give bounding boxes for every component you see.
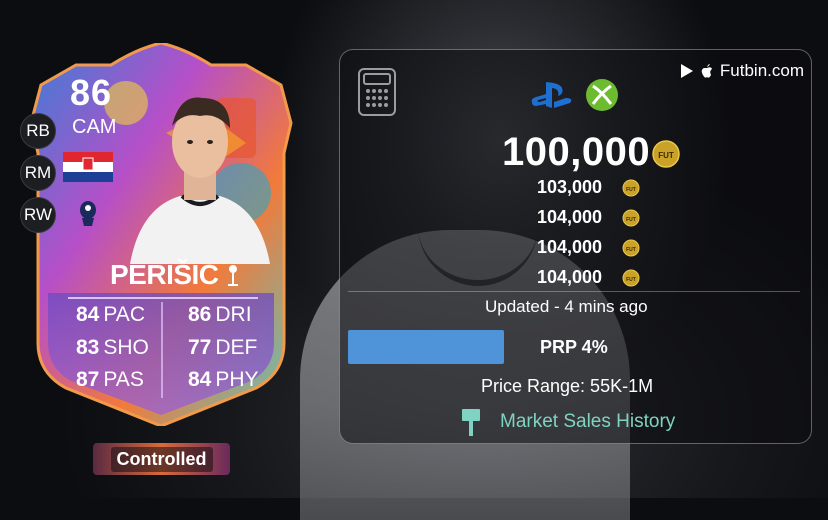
svg-text:FUT: FUT [658, 151, 674, 160]
prp-label: PRP 4% [540, 337, 608, 357]
coin-icon: FUT [652, 140, 680, 168]
market-sales-icon[interactable] [461, 407, 481, 437]
svg-text:FUT: FUT [626, 187, 636, 193]
stat-phy: 84 PHY [188, 368, 259, 391]
coin-icon: FUT [622, 239, 640, 257]
coin-icon: FUT [622, 179, 640, 197]
player-name: PERIŠIC [110, 259, 219, 290]
playstation-icon[interactable] [530, 80, 576, 110]
coin-icon: FUT [622, 269, 640, 287]
apple-icon [701, 64, 712, 78]
card-rating: 86 [70, 72, 113, 113]
status-badge: Controlled [93, 443, 230, 475]
player-name-row: PERIŠIC [110, 258, 260, 292]
croatia-flag [63, 152, 113, 182]
price-entry-4: 104,000 [537, 267, 603, 287]
card-position: CAM [72, 116, 117, 138]
coin-icon: FUT [622, 209, 640, 227]
svg-text:FUT: FUT [626, 277, 636, 283]
current-price: 100,000 [502, 130, 651, 174]
stat-dri: 86 DRI [188, 303, 252, 326]
price-entry-3: 104,000 [537, 237, 603, 257]
price-range: Price Range: 55K-1M [481, 376, 654, 396]
alt-position-rm: RM [20, 155, 56, 191]
price-entry-2: 104,000 [537, 207, 603, 227]
stats-divider [68, 297, 258, 299]
updated-timestamp: Updated - 4 mins ago [485, 297, 648, 316]
club-badge-icon [227, 265, 238, 286]
price-divider [348, 291, 800, 292]
player-image [130, 97, 270, 264]
futbin-brand-label: Futbin.com [719, 61, 804, 80]
market-sales-history-link[interactable]: Market Sales History [500, 411, 675, 433]
futbin-brand[interactable]: Futbin.com [680, 61, 804, 81]
svg-text:FUT: FUT [626, 247, 636, 253]
alt-position-rw: RW [20, 197, 56, 233]
svg-text:FUT: FUT [626, 217, 636, 223]
play-store-icon [680, 64, 693, 78]
club-badge-icon [80, 201, 96, 226]
stat-def: 77 DEF [188, 336, 258, 359]
stat-pac: 84 PAC [76, 303, 145, 326]
stats-column-divider [161, 302, 163, 398]
price-entry-1: 103,000 [537, 177, 603, 197]
stat-pas: 87 PAS [76, 368, 144, 391]
calculator-icon[interactable] [358, 68, 396, 116]
xbox-icon[interactable] [585, 78, 619, 112]
alt-position-rb: RB [20, 113, 56, 149]
prp-progress-bar [348, 330, 504, 364]
stat-sho: 83 SHO [76, 336, 149, 359]
status-badge-label: Controlled [110, 446, 213, 472]
